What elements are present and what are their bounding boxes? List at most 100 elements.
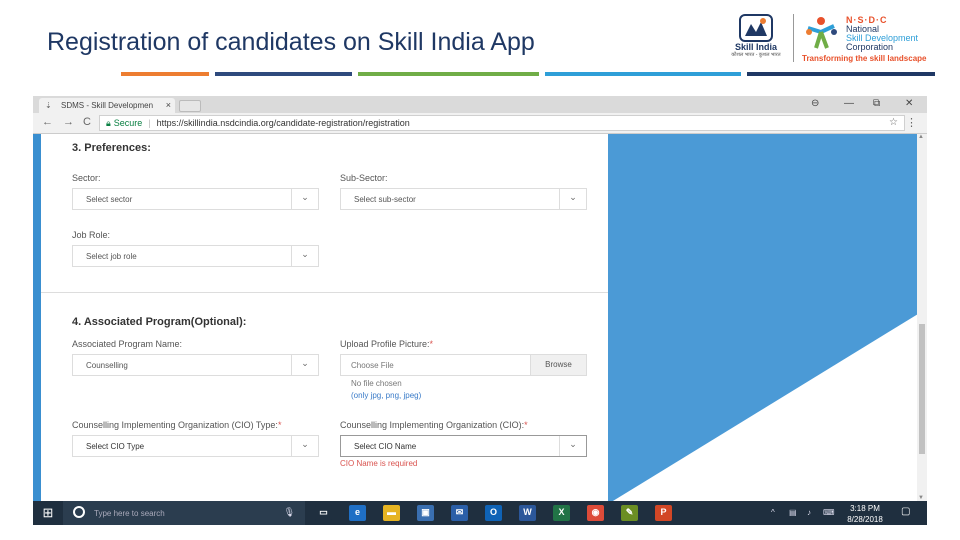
clock-date: 8/28/2018	[847, 515, 883, 524]
notification-icon[interactable]: ▢	[901, 506, 910, 517]
cio-name-error: CIO Name is required	[340, 459, 418, 468]
subsector-label: Sub-Sector:	[340, 173, 388, 183]
word-icon[interactable]: W	[519, 505, 536, 521]
jobrole-value: Select job role	[86, 252, 137, 261]
skill-india-logo: Skill India कौशल भारत - कुशल भारत	[728, 14, 784, 66]
no-file-chosen: No file chosen	[351, 379, 402, 388]
url-field[interactable]: 🔒︎ Secure | https://skillindia.nsdcindia.or…	[99, 115, 905, 131]
powerpoint-icon[interactable]: P	[655, 505, 672, 521]
tray-chevron-icon[interactable]: ^	[771, 508, 775, 517]
windows-taskbar: ⊞ Type here to search 🎙︎ ▭ e ▬ ▣ ✉ O W X ◉ ✎ P ^ ▤…	[33, 501, 927, 525]
nsdc-line3: Corporation	[846, 42, 894, 52]
subsector-select[interactable]: Select sub-sector ⌄	[340, 188, 587, 210]
browse-button[interactable]: Browse	[530, 355, 586, 375]
back-icon[interactable]: ←	[42, 116, 53, 128]
store-icon[interactable]: ▣	[417, 505, 434, 521]
secure-label: Secure	[113, 118, 143, 128]
registration-form: 3. Preferences: Sector: Select sector ⌄ …	[41, 134, 608, 501]
skill-india-tagline: कौशल भारत - कुशल भारत	[731, 52, 781, 58]
associated-program-heading: 4. Associated Program(Optional):	[72, 316, 247, 328]
microphone-icon[interactable]: 🎙︎	[284, 507, 295, 518]
preferences-heading: 3. Preferences:	[72, 142, 151, 154]
required-mark: *	[277, 420, 282, 430]
forward-icon[interactable]: →	[63, 116, 74, 128]
page-viewport: 3. Preferences: Sector: Select sector ⌄ …	[33, 134, 917, 501]
chevron-down-icon: ⌄	[291, 189, 318, 209]
tab-title: SDMS - Skill Developmen	[61, 101, 154, 110]
url-separator: |	[148, 118, 151, 128]
keyboard-icon[interactable]: ⌨	[823, 508, 835, 517]
excel-icon[interactable]: X	[553, 505, 570, 521]
taskbar-clock[interactable]: 3:18 PM 8/28/2018	[841, 503, 889, 525]
page-favicon-icon: ⇣	[45, 101, 52, 110]
tab-close-icon[interactable]: ×	[166, 100, 171, 110]
clock-time: 3:18 PM	[850, 504, 880, 513]
nsdc-figure-icon	[800, 14, 842, 54]
chevron-down-icon: ⌄	[291, 355, 318, 375]
bookmark-star-icon[interactable]: ☆	[889, 117, 898, 128]
allowed-file-types: (only jpg, png, jpeg)	[351, 391, 422, 400]
scroll-up-icon[interactable]: ▲	[918, 134, 924, 140]
task-view-icon[interactable]: ▭	[315, 505, 332, 521]
background-triangle	[608, 314, 917, 501]
cio-name-value: Select CIO Name	[354, 442, 417, 451]
sector-value: Select sector	[86, 195, 133, 204]
page-scrollbar[interactable]: ▲ ▼	[917, 134, 927, 501]
account-icon[interactable]: ⊖	[811, 98, 819, 109]
subsector-value: Select sub-sector	[354, 195, 416, 204]
chrome-icon[interactable]: ◉	[587, 505, 604, 521]
sector-select[interactable]: Select sector ⌄	[72, 188, 319, 210]
accent-bar-green	[358, 72, 539, 76]
new-tab-button[interactable]	[179, 100, 201, 112]
sector-label: Sector:	[72, 173, 101, 183]
jobrole-select[interactable]: Select job role ⌄	[72, 245, 319, 267]
scrollbar-thumb[interactable]	[919, 324, 925, 454]
file-explorer-icon[interactable]: ▬	[383, 505, 400, 521]
accent-bar-darkblue	[747, 72, 935, 76]
url-text: https://skillindia.nsdcindia.org/candida…	[156, 118, 410, 128]
mail-icon[interactable]: ✉	[451, 505, 468, 521]
program-name-value: Counselling	[86, 361, 128, 370]
restore-icon[interactable]: ⧉	[873, 98, 880, 109]
edge-icon[interactable]: e	[349, 505, 366, 521]
address-bar-row: ← → C 🔒︎ Secure | https://skillindia.nsdcin…	[33, 113, 927, 134]
accent-bar-orange	[121, 72, 209, 76]
windows-start-icon[interactable]: ⊞	[33, 501, 63, 525]
skill-india-emblem-icon	[739, 14, 773, 42]
chevron-down-icon: ⌄	[291, 436, 318, 456]
logo-divider	[793, 14, 794, 62]
cio-name-select[interactable]: Select CIO Name ⌄	[340, 435, 587, 457]
browser-screenshot: ⇣ SDMS - Skill Developmen × ⊖ — ⧉ ✕ ← → …	[33, 96, 927, 525]
browser-tab[interactable]: ⇣ SDMS - Skill Developmen ×	[39, 98, 175, 113]
jobrole-label: Job Role:	[72, 230, 111, 240]
cio-type-value: Select CIO Type	[86, 442, 145, 451]
program-name-label: Associated Program Name:	[72, 339, 183, 349]
paint-icon[interactable]: ✎	[621, 505, 638, 521]
cio-type-select[interactable]: Select CIO Type ⌄	[72, 435, 319, 457]
program-name-select[interactable]: Counselling ⌄	[72, 354, 319, 376]
accent-bars	[121, 72, 935, 77]
cio-type-label-text: Counselling Implementing Organization (C…	[72, 420, 278, 430]
browser-menu-icon[interactable]: ⋮	[906, 116, 917, 129]
lock-icon: 🔒︎	[106, 118, 111, 128]
upload-picture-label-text: Upload Profile Picture:	[340, 339, 430, 349]
tab-bar: ⇣ SDMS - Skill Developmen × ⊖ — ⧉ ✕	[33, 96, 927, 113]
cortana-icon	[73, 506, 85, 518]
taskbar-search-placeholder: Type here to search	[94, 509, 165, 518]
network-icon[interactable]: ▤	[789, 508, 797, 517]
minimize-icon[interactable]: —	[844, 98, 854, 109]
accent-bar-blue	[545, 72, 741, 76]
slide-bottom-margin	[0, 525, 960, 540]
upload-picture-label: Upload Profile Picture:*	[340, 339, 433, 349]
chevron-down-icon: ⌄	[559, 436, 586, 456]
close-window-icon[interactable]: ✕	[905, 98, 913, 109]
choose-file-text: Choose File	[351, 361, 394, 370]
required-mark: *	[524, 420, 528, 430]
reload-icon[interactable]: C	[83, 116, 91, 128]
profile-picture-file-input[interactable]: Choose File Browse	[340, 354, 587, 376]
section-divider	[41, 292, 608, 293]
nsdc-logo: N·S·D·C National Skill Development Corpo…	[800, 14, 940, 66]
taskbar-search-box[interactable]: Type here to search 🎙︎	[63, 501, 305, 525]
outlook-icon[interactable]: O	[485, 505, 502, 521]
volume-icon[interactable]: ♪	[807, 508, 811, 517]
